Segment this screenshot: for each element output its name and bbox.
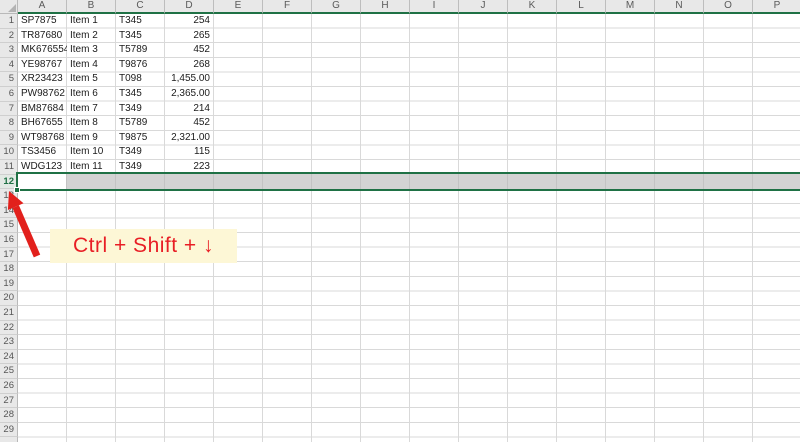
cell-B5[interactable]: Item 5	[67, 72, 116, 87]
column-header-G[interactable]: G	[312, 0, 361, 14]
select-all-triangle-icon	[8, 4, 16, 12]
column-header-B[interactable]: B	[67, 0, 116, 14]
cell-C3[interactable]: T5789	[116, 43, 165, 58]
row-header-4[interactable]: 4	[0, 58, 18, 73]
column-header-F[interactable]: F	[263, 0, 312, 14]
cell-C6[interactable]: T345	[116, 87, 165, 102]
select-all-button[interactable]	[0, 0, 18, 14]
cell-C10[interactable]: T349	[116, 145, 165, 160]
column-header-M[interactable]: M	[606, 0, 655, 14]
column-header-C[interactable]: C	[116, 0, 165, 14]
cell-A1[interactable]: SP7875	[18, 14, 67, 29]
row-header-3[interactable]: 3	[0, 43, 18, 58]
cell-B3[interactable]: Item 3	[67, 43, 116, 58]
column-header-O[interactable]: O	[704, 0, 753, 14]
cell-D7[interactable]: 214	[165, 102, 214, 117]
cell-A10[interactable]: TS3456	[18, 145, 67, 160]
annotation-arrow-icon	[0, 185, 52, 265]
row-header-1[interactable]: 1	[0, 14, 18, 29]
cell-D4[interactable]: 268	[165, 58, 214, 73]
row-header-9[interactable]: 9	[0, 131, 18, 146]
shortcut-annotation: Ctrl + Shift + ↓	[50, 229, 237, 263]
row-header-19[interactable]: 19	[0, 277, 18, 292]
row-header-26[interactable]: 26	[0, 379, 18, 394]
cell-B2[interactable]: Item 2	[67, 29, 116, 44]
cell-C4[interactable]: T9876	[116, 58, 165, 73]
row-header-21[interactable]: 21	[0, 306, 18, 321]
column-header-N[interactable]: N	[655, 0, 704, 14]
column-header-L[interactable]: L	[557, 0, 606, 14]
cell-C5[interactable]: T098	[116, 72, 165, 87]
row-header-23[interactable]: 23	[0, 335, 18, 350]
cell-D10[interactable]: 115	[165, 145, 214, 160]
row-header-27[interactable]: 27	[0, 394, 18, 409]
cell-A9[interactable]: WT98768	[18, 131, 67, 146]
cell-D5[interactable]: 1,455.00	[165, 72, 214, 87]
cell-D2[interactable]: 265	[165, 29, 214, 44]
row-header-5[interactable]: 5	[0, 72, 18, 87]
cell-B6[interactable]: Item 6	[67, 87, 116, 102]
row-header-2[interactable]: 2	[0, 29, 18, 44]
column-header-H[interactable]: H	[361, 0, 410, 14]
cell-D3[interactable]: 452	[165, 43, 214, 58]
cell-B8[interactable]: Item 8	[67, 116, 116, 131]
row-header-25[interactable]: 25	[0, 364, 18, 379]
column-header-E[interactable]: E	[214, 0, 263, 14]
cell-A4[interactable]: YE98767	[18, 58, 67, 73]
cell-A2[interactable]: TR87680	[18, 29, 67, 44]
row-header-7[interactable]: 7	[0, 102, 18, 117]
column-header-P[interactable]: P	[753, 0, 800, 14]
row-header-22[interactable]: 22	[0, 321, 18, 336]
cell-B7[interactable]: Item 7	[67, 102, 116, 117]
cell-A8[interactable]: BH67655	[18, 116, 67, 131]
cell-B4[interactable]: Item 4	[67, 58, 116, 73]
cell-A6[interactable]: PW98762	[18, 87, 67, 102]
row-header-10[interactable]: 10	[0, 145, 18, 160]
column-header-D[interactable]: D	[165, 0, 214, 14]
cell-D6[interactable]: 2,365.00	[165, 87, 214, 102]
cells-area[interactable]: SP7875Item 1T345254TR87680Item 2T345265M…	[18, 14, 800, 442]
column-header-A[interactable]: A	[18, 0, 67, 14]
row-header-24[interactable]: 24	[0, 350, 18, 365]
cell-D8[interactable]: 452	[165, 116, 214, 131]
column-header-K[interactable]: K	[508, 0, 557, 14]
row-header-20[interactable]: 20	[0, 291, 18, 306]
cell-A7[interactable]: BM87684	[18, 102, 67, 117]
cell-C1[interactable]: T345	[116, 14, 165, 29]
cell-C7[interactable]: T349	[116, 102, 165, 117]
cell-A5[interactable]: XR23423	[18, 72, 67, 87]
spreadsheet-grid: ABCDEFGHIJKLMNOP 12345678910111213141516…	[0, 0, 800, 442]
selected-row-12-range[interactable]	[16, 172, 800, 191]
cell-C8[interactable]: T5789	[116, 116, 165, 131]
column-header-J[interactable]: J	[459, 0, 508, 14]
cell-B9[interactable]: Item 9	[67, 131, 116, 146]
cell-B1[interactable]: Item 1	[67, 14, 116, 29]
row-header-partial[interactable]	[0, 437, 18, 442]
column-header-I[interactable]: I	[410, 0, 459, 14]
cell-C9[interactable]: T9875	[116, 131, 165, 146]
row-header-28[interactable]: 28	[0, 408, 18, 423]
row-header-6[interactable]: 6	[0, 87, 18, 102]
cell-B10[interactable]: Item 10	[67, 145, 116, 160]
row-header-29[interactable]: 29	[0, 423, 18, 438]
row-header-8[interactable]: 8	[0, 116, 18, 131]
cell-A3[interactable]: MK676554	[18, 43, 67, 58]
cell-D1[interactable]: 254	[165, 14, 214, 29]
column-header-row: ABCDEFGHIJKLMNOP	[18, 0, 800, 14]
cell-C2[interactable]: T345	[116, 29, 165, 44]
cell-D9[interactable]: 2,321.00	[165, 131, 214, 146]
